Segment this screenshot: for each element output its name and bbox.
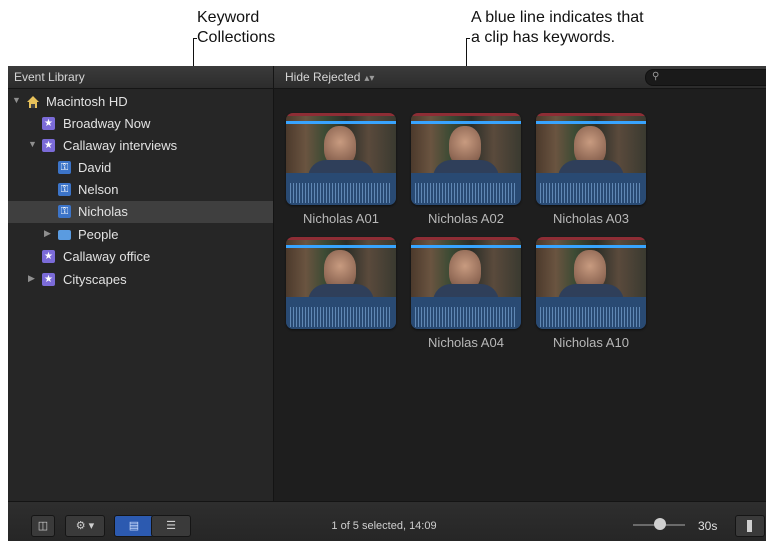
- sidebar-item-nicholas[interactable]: ⚿ Nicholas: [8, 201, 273, 223]
- video-thumbnail: [536, 240, 646, 302]
- keyword-indicator-line: [286, 121, 396, 124]
- audio-waveform: [411, 173, 521, 205]
- event-star-icon: ★: [42, 250, 55, 263]
- hard-drive-icon: [26, 95, 39, 108]
- clip-filmstrip[interactable]: [286, 237, 396, 329]
- blue-line-leader-top: [466, 38, 470, 39]
- browser-toolbar: ◫ ⚙ ▾ ▤ ☰ 1 of 5 selected, 14:09 30s: [8, 501, 766, 541]
- clip-filmstrip[interactable]: [536, 237, 646, 329]
- event-library-sidebar: ▼ Macintosh HD ★ Broadway Now ▼ ★ Callaw…: [8, 89, 274, 501]
- video-thumbnail: [411, 116, 521, 178]
- sidebar-item-callaway-office[interactable]: ★ Callaway office: [8, 246, 273, 268]
- keyword-indicator-line: [286, 245, 396, 248]
- sidebar-item-label: Callaway office: [63, 249, 151, 264]
- waveform-bars: [540, 183, 642, 203]
- list-view-icon: ☰: [166, 520, 176, 532]
- video-thumbnail: [286, 116, 396, 178]
- clip-filmstrip[interactable]: [411, 237, 521, 329]
- callout-line-2: a clip has keywords.: [471, 29, 616, 46]
- clip-label: Nicholas A10: [553, 335, 629, 350]
- waveform-bars: [290, 183, 392, 203]
- waveform-bars: [415, 307, 517, 327]
- waveform-bars: [290, 307, 392, 327]
- zoom-slider-knob[interactable]: [654, 518, 666, 530]
- event-star-icon: ★: [42, 139, 55, 152]
- list-view-button[interactable]: ☰: [151, 515, 191, 537]
- clip-label: Nicholas A03: [553, 211, 629, 226]
- filmstrip-view-icon: ▤: [128, 520, 140, 532]
- sidebar-toggle-icon: ◫: [37, 520, 49, 532]
- disclosure-triangle-icon[interactable]: ▶: [44, 228, 51, 239]
- sidebar-item-cityscapes[interactable]: ▶ ★ Cityscapes: [8, 269, 273, 291]
- filmstrip-view-button[interactable]: ▤: [114, 515, 154, 537]
- sidebar-item-label: Macintosh HD: [46, 94, 128, 109]
- sidebar-item-people[interactable]: ▶ People: [8, 224, 273, 246]
- clip-label: Nicholas A04: [428, 335, 504, 350]
- waveform-bars: [540, 307, 642, 327]
- callout-line-2: Collections: [197, 29, 276, 46]
- sidebar-item-broadway-now[interactable]: ★ Broadway Now: [8, 113, 273, 135]
- sidebar-item-callaway-interviews[interactable]: ▼ ★ Callaway interviews: [8, 135, 273, 157]
- clip-filter-label: Hide Rejected: [285, 70, 361, 84]
- callout-line-1: A blue line indicates that: [471, 9, 644, 26]
- video-thumbnail: [286, 240, 396, 302]
- action-menu-button[interactable]: ⚙ ▾: [65, 515, 105, 537]
- sidebar-item-label: Cityscapes: [63, 272, 127, 287]
- folder-icon: [58, 230, 71, 240]
- keyword-icon: ⚿: [58, 183, 71, 196]
- header-divider: [273, 66, 274, 88]
- sidebar-item-macintosh-hd[interactable]: ▼ Macintosh HD: [8, 91, 273, 113]
- audio-waveform: [411, 297, 521, 329]
- audio-waveform: [286, 297, 396, 329]
- sidebar-item-david[interactable]: ⚿ David: [8, 157, 273, 179]
- show-hide-library-button[interactable]: ◫: [31, 515, 55, 537]
- keyword-indicator-line: [411, 245, 521, 248]
- keyword-icon: ⚿: [58, 161, 71, 174]
- clip-appearance-icon: [747, 520, 752, 532]
- clip-filmstrip[interactable]: [286, 113, 396, 205]
- keyword-indicator-line: [536, 121, 646, 124]
- clip-label: Nicholas A01: [303, 211, 379, 226]
- audio-waveform: [536, 173, 646, 205]
- clip-filter-popup[interactable]: Hide Rejected ▴▾: [285, 70, 374, 84]
- sidebar-item-label: Callaway interviews: [63, 138, 178, 153]
- clip-appearance-button[interactable]: [735, 515, 765, 537]
- clip-filmstrip[interactable]: [536, 113, 646, 205]
- blue-line-callout: A blue line indicates that a clip has ke…: [471, 8, 644, 48]
- keyword-icon: ⚿: [58, 205, 71, 218]
- sidebar-item-label: Nelson: [78, 182, 119, 197]
- search-icon: ⚲: [652, 71, 660, 82]
- video-thumbnail: [536, 116, 646, 178]
- keyword-collections-leader-top: [193, 38, 197, 39]
- audio-waveform: [286, 173, 396, 205]
- disclosure-triangle-icon[interactable]: ▼: [28, 139, 37, 149]
- disclosure-triangle-icon[interactable]: ▼: [12, 95, 21, 105]
- keyword-collections-callout: Keyword Collections: [197, 8, 275, 48]
- waveform-bars: [415, 183, 517, 203]
- duration-label: 30s: [698, 519, 718, 533]
- popup-arrows-icon: ▴▾: [364, 73, 375, 84]
- search-field[interactable]: ⚲: [645, 69, 766, 86]
- clip-label: Nicholas A02: [428, 211, 504, 226]
- selection-status: 1 of 5 selected, 14:09: [331, 520, 437, 532]
- browser-header: Event Library Hide Rejected ▴▾ ⚲: [8, 66, 766, 89]
- event-star-icon: ★: [42, 117, 55, 130]
- event-library-title: Event Library: [14, 70, 85, 84]
- audio-waveform: [536, 297, 646, 329]
- sidebar-item-label: People: [78, 227, 119, 242]
- callout-line-1: Keyword: [197, 9, 260, 26]
- sidebar-item-label: Nicholas: [78, 204, 128, 219]
- clip-filmstrip[interactable]: [411, 113, 521, 205]
- event-star-icon: ★: [42, 273, 55, 286]
- event-browser: Nicholas A01 Nicholas A02 Nicholas A03 N…: [274, 89, 766, 501]
- gear-icon: ⚙ ▾: [75, 520, 95, 532]
- video-thumbnail: [411, 240, 521, 302]
- final-cut-window: Event Library Hide Rejected ▴▾ ⚲ ▼ Macint…: [8, 66, 766, 541]
- keyword-indicator-line: [536, 245, 646, 248]
- sidebar-item-nelson[interactable]: ⚿ Nelson: [8, 179, 273, 201]
- keyword-indicator-line: [411, 121, 521, 124]
- disclosure-triangle-icon[interactable]: ▶: [28, 273, 35, 284]
- sidebar-item-label: David: [78, 160, 112, 175]
- sidebar-item-label: Broadway Now: [63, 116, 151, 131]
